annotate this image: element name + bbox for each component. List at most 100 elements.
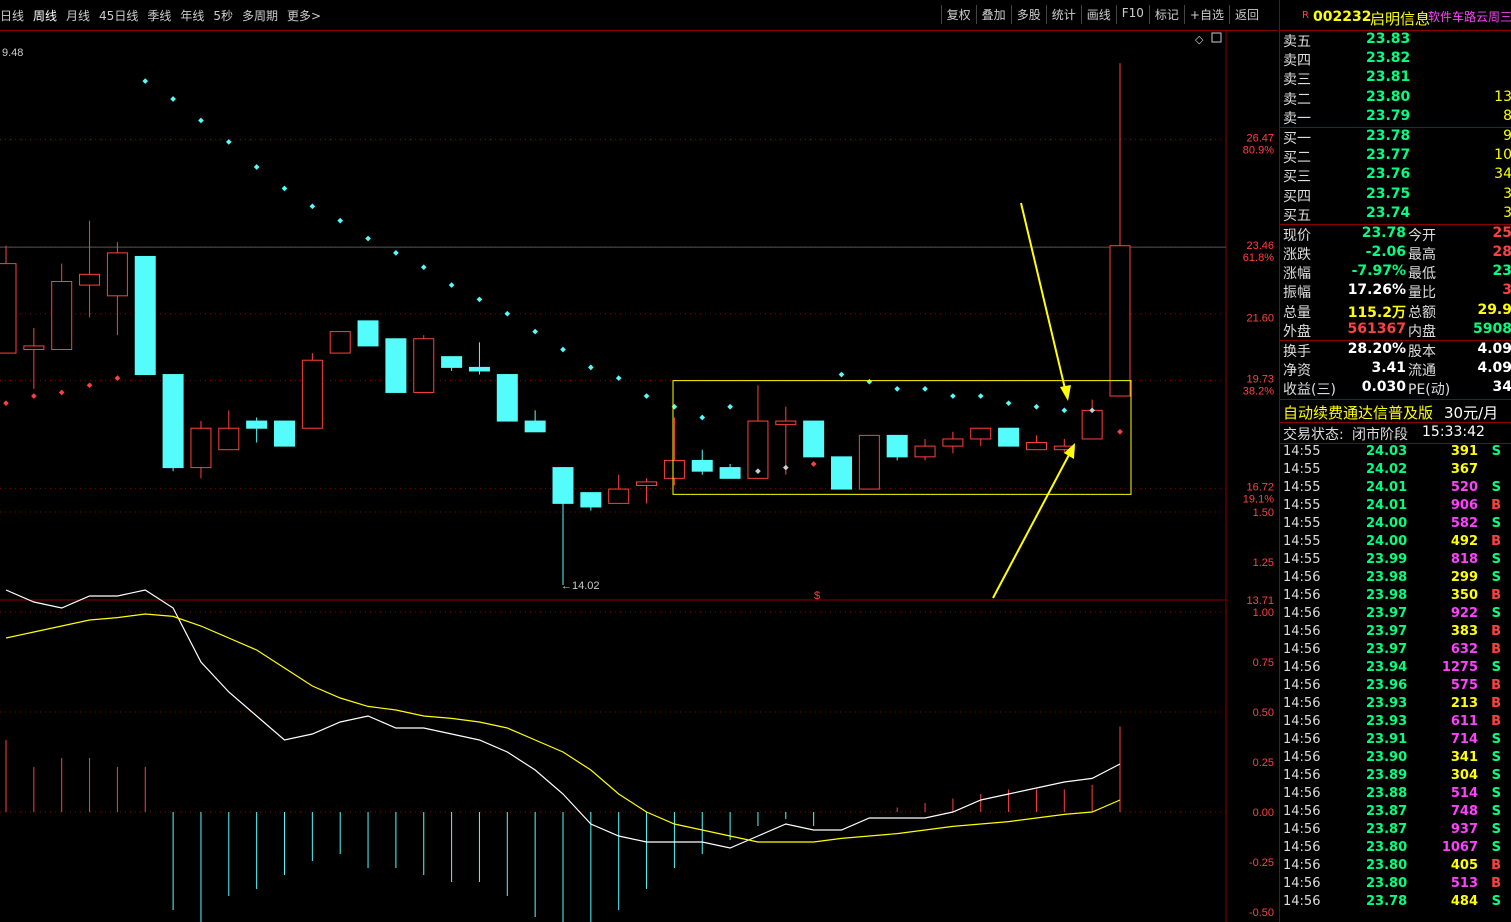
period-tab-6[interactable]: 5秒 xyxy=(213,9,233,23)
bid-label: 买一 xyxy=(1283,130,1311,147)
candle-body xyxy=(218,427,240,451)
sar-dot xyxy=(894,386,901,392)
quote-l2: 今开 xyxy=(1408,227,1436,244)
tick-row: 14:56 23.96 575 B xyxy=(1280,678,1511,696)
tick-time: 14:56 xyxy=(1283,695,1321,711)
macd-axis-label: 0.25 xyxy=(1253,757,1274,769)
bid-row[interactable]: 买四 23.75 3 xyxy=(1280,186,1511,205)
chart-action-6[interactable]: 标记 xyxy=(1148,5,1184,24)
tick-side: B xyxy=(1491,641,1501,657)
candle-body xyxy=(246,420,268,429)
tick-time: 14:55 xyxy=(1283,551,1321,567)
chart-action-2[interactable]: 多股 xyxy=(1010,5,1046,24)
tick-volume: 748 xyxy=(1450,803,1478,819)
ask-row[interactable]: 卖三 23.81 xyxy=(1280,69,1511,88)
ask-row[interactable]: 卖五 23.83 xyxy=(1280,31,1511,50)
candle-body xyxy=(413,338,435,393)
price-axis-label: 19.73 xyxy=(1246,374,1274,386)
window-icon xyxy=(1211,32,1222,43)
ask-row[interactable]: 卖四 23.82 xyxy=(1280,50,1511,69)
quote-l2: 最低 xyxy=(1408,266,1436,283)
chart-action-4[interactable]: 画线 xyxy=(1080,5,1116,24)
tick-volume: 906 xyxy=(1450,497,1478,513)
period-tab-4[interactable]: 季线 xyxy=(147,9,171,23)
chart-action-3[interactable]: 统计 xyxy=(1045,5,1081,24)
candle-body xyxy=(190,427,212,469)
bid-row[interactable]: 买二 23.77 10 xyxy=(1280,147,1511,166)
quote-v2: 5908 xyxy=(1473,320,1511,337)
period-toolbar: 日线 周线 月线 45日线 季线 年线 5秒 多周期 更多> 复权 叠加 多股 统计 画线 F10 标记 +自… xyxy=(0,0,1278,31)
candle-body xyxy=(441,356,463,368)
bid-row[interactable]: 买一 23.78 9 xyxy=(1280,128,1511,147)
ask-row[interactable]: 卖一 23.79 8 xyxy=(1280,108,1511,127)
quote-row: 振幅 17.26% 量比 3 xyxy=(1280,282,1511,301)
tick-price: 23.94 xyxy=(1366,659,1408,675)
low-marker: ←14.02 xyxy=(561,580,600,592)
tick-side: S xyxy=(1491,749,1501,765)
candle-body xyxy=(858,434,880,490)
fundamental-v1: 3.41 xyxy=(1371,360,1406,377)
tick-price: 23.80 xyxy=(1366,875,1408,891)
fundamental-l2: PE(动) xyxy=(1408,382,1451,399)
sar-dot xyxy=(253,164,260,170)
ask-list: 卖五 23.83 卖四 23.82 卖三 23.81 卖二 23.80 13 卖一 23.79 8 xyxy=(1280,31,1511,127)
period-tab-3[interactable]: 45日线 xyxy=(99,9,138,23)
ask-label: 卖五 xyxy=(1283,34,1311,50)
tick-price: 23.96 xyxy=(1366,677,1408,693)
tick-price: 23.98 xyxy=(1366,587,1408,603)
chart-action-8[interactable]: 返回 xyxy=(1228,5,1264,24)
chart-action-5[interactable]: F10 xyxy=(1115,5,1149,24)
candle-body xyxy=(580,492,602,508)
tick-time: 14:56 xyxy=(1283,785,1321,801)
chart-action-1[interactable]: 叠加 xyxy=(975,5,1011,24)
period-tab-0[interactable]: 日线 xyxy=(0,9,24,23)
promo-banner[interactable]: 自动续费通达信普及版 30元/月 xyxy=(1280,400,1511,422)
kline-chart[interactable]: 26.4780.9% 23.4661.8% 21.60 19.7338.2% 16.72… xyxy=(0,31,1278,922)
bid-row[interactable]: 买三 23.76 34 xyxy=(1280,166,1511,185)
candle-body xyxy=(301,359,323,429)
quote-v1: 561367 xyxy=(1347,320,1406,337)
ask-row[interactable]: 卖二 23.80 13 xyxy=(1280,89,1511,108)
candle-body xyxy=(162,374,184,469)
tick-row: 14:55 24.01 520 S xyxy=(1280,480,1511,498)
fundamentals-grid: 换手 28.20% 股本 4.09 净资 3.41 流通 4.09 收益(三) 0.030 PE(动… xyxy=(1280,341,1511,399)
tick-time: 14:56 xyxy=(1283,641,1321,657)
tick-side: B xyxy=(1491,587,1501,603)
period-tab-7[interactable]: 多周期 xyxy=(242,9,278,23)
quote-l1: 振幅 xyxy=(1283,285,1311,302)
macd-axis-label: 1.00 xyxy=(1253,607,1274,619)
tick-volume: 818 xyxy=(1450,551,1478,567)
chart-action-7[interactable]: +自选 xyxy=(1183,5,1229,24)
tick-side: S xyxy=(1491,659,1501,675)
tick-side: S xyxy=(1491,479,1501,495)
diamond-icon: ◇ xyxy=(1195,33,1204,46)
fundamental-row: 收益(三) 0.030 PE(动) 34 xyxy=(1280,379,1511,398)
tick-price: 23.93 xyxy=(1366,695,1408,711)
chart-action-0[interactable]: 复权 xyxy=(940,5,976,24)
candle-body xyxy=(274,420,295,447)
tick-volume: 1275 xyxy=(1441,659,1478,675)
candle-body xyxy=(1081,409,1103,440)
sar-dot xyxy=(1117,428,1123,435)
period-tab-2[interactable]: 月线 xyxy=(66,9,90,23)
bid-price: 23.74 xyxy=(1366,204,1411,221)
sar-dot xyxy=(393,250,399,256)
annotation-arrow xyxy=(992,450,1072,599)
stock-tag[interactable]: 软件车路云周三 xyxy=(1428,8,1511,25)
tick-list[interactable]: 14:55 24.03 391 S 14:55 24.02 367 14:55 24.01 520… xyxy=(1280,444,1511,912)
tick-row: 14:56 23.80 1067 S xyxy=(1280,840,1511,858)
bid-row[interactable]: 买五 23.74 3 xyxy=(1280,205,1511,224)
quote-row: 涨幅 -7.97% 最低 23 xyxy=(1280,263,1511,282)
ask-label: 卖四 xyxy=(1283,53,1311,70)
period-tab-5[interactable]: 年线 xyxy=(180,9,204,23)
tick-volume: 405 xyxy=(1450,857,1478,873)
candle-body xyxy=(775,420,797,426)
period-tab-8[interactable]: 更多> xyxy=(287,9,321,23)
arrowhead xyxy=(1064,443,1075,459)
bid-volume: 9 xyxy=(1503,127,1511,144)
sar-dot xyxy=(1061,407,1068,414)
sar-dot xyxy=(170,96,176,102)
tick-side: B xyxy=(1491,875,1501,891)
price-axis-label: 19.1% xyxy=(1243,493,1274,505)
period-tab-1[interactable]: 周线 xyxy=(33,9,57,23)
